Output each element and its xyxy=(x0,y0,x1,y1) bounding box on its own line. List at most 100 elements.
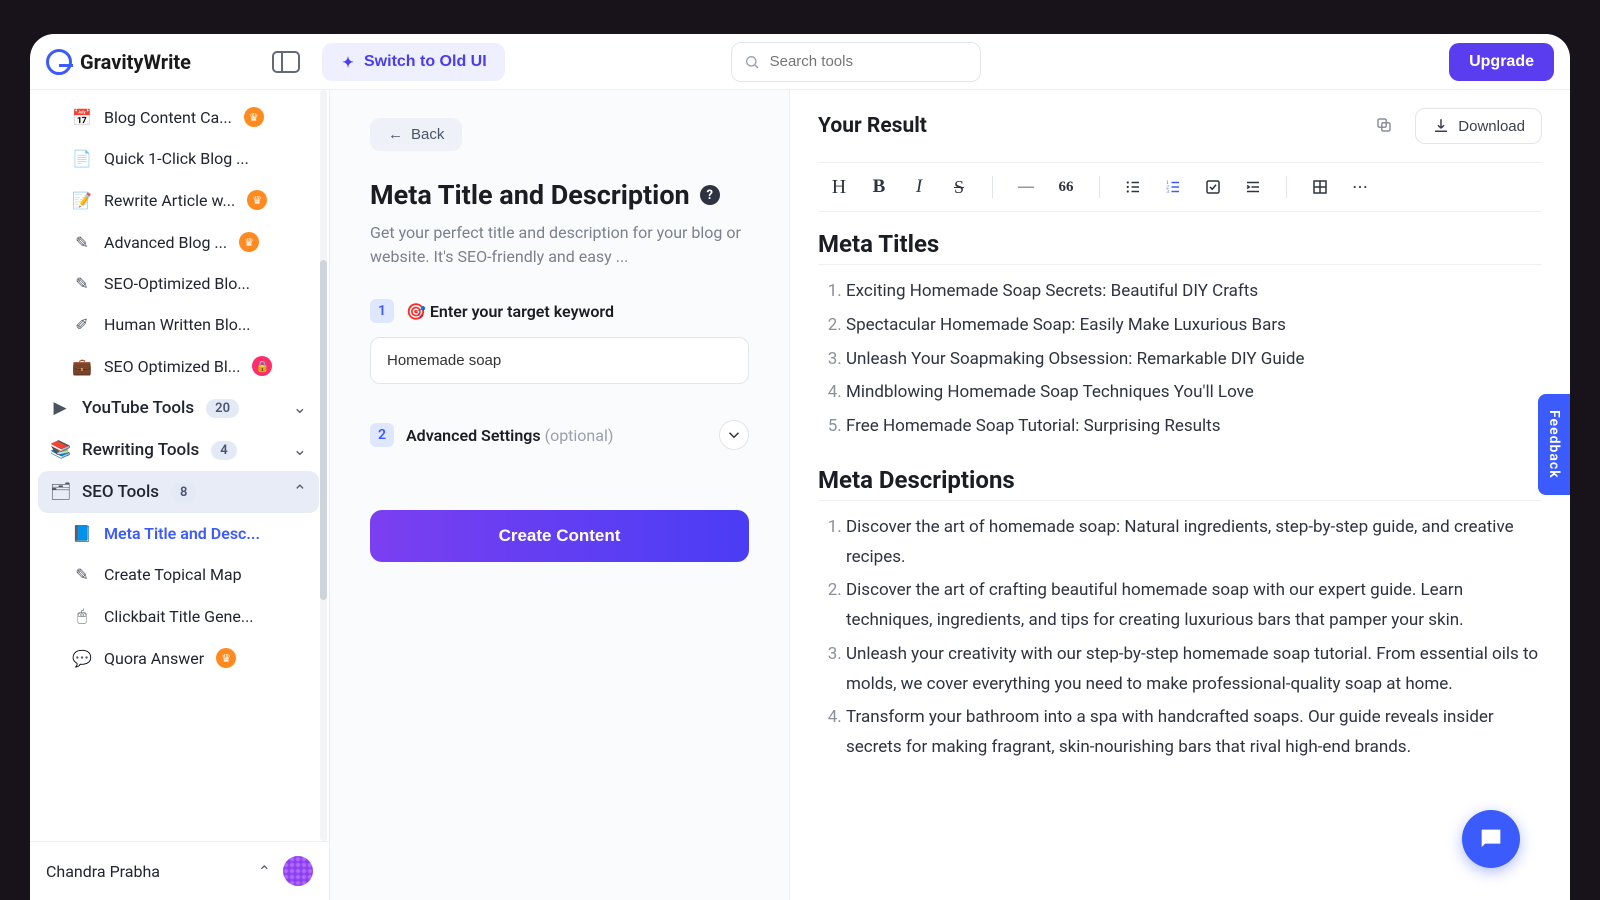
item-icon: ✐ xyxy=(72,315,92,334)
brand-name: GravityWrite xyxy=(80,50,191,74)
result-content: Meta Titles Exciting Homemade Soap Secre… xyxy=(818,230,1542,765)
toolbar-separator xyxy=(992,176,993,198)
back-label: Back xyxy=(411,126,444,143)
sidebar-item[interactable]: 📅Blog Content Ca...♛ xyxy=(38,96,319,138)
item-label: Rewrite Article w... xyxy=(104,191,235,210)
page-title: Meta Title and Description ? xyxy=(370,179,749,211)
checklist-button[interactable] xyxy=(1196,171,1230,203)
sidebar-category[interactable]: ▶YouTube Tools20⌄ xyxy=(38,387,319,429)
meta-descriptions-heading: Meta Descriptions xyxy=(818,466,1542,501)
upgrade-button[interactable]: Upgrade xyxy=(1449,43,1554,81)
chat-button[interactable] xyxy=(1462,810,1520,868)
item-icon: ✎ xyxy=(72,565,92,584)
category-icon: ▶ xyxy=(50,398,70,418)
category-count: 8 xyxy=(171,483,196,502)
item-icon: 🖱 xyxy=(72,606,92,626)
sidebar-item[interactable]: ✐Human Written Blo... xyxy=(38,304,319,345)
avatar xyxy=(283,856,313,886)
search-icon xyxy=(744,53,760,71)
meta-title-item: Free Homemade Soap Tutorial: Surprising … xyxy=(846,410,1542,444)
scrollbar-thumb[interactable] xyxy=(320,260,327,600)
crown-icon: ♛ xyxy=(244,107,264,127)
logo[interactable]: GravityWrite xyxy=(46,49,306,75)
search-input[interactable] xyxy=(770,53,968,70)
chat-icon xyxy=(1477,825,1505,853)
item-icon: 📝 xyxy=(72,191,92,210)
hr-button[interactable]: — xyxy=(1009,171,1043,203)
lock-icon: 🔒 xyxy=(252,356,272,376)
category-label: Rewriting Tools xyxy=(82,440,199,460)
search-input-wrap[interactable] xyxy=(731,42,981,82)
strikethrough-button[interactable]: S xyxy=(942,171,976,203)
ordered-list-button[interactable]: 123 xyxy=(1156,171,1190,203)
item-label: SEO-Optimized Blo... xyxy=(104,274,250,293)
topbar: GravityWrite Switch to Old UI Upgrade xyxy=(30,34,1570,90)
quote-button[interactable]: 66 xyxy=(1049,171,1083,203)
sidebar-item[interactable]: 📝 Rewrite Article w... ♛ xyxy=(38,179,319,221)
copy-icon[interactable] xyxy=(1375,116,1395,136)
step-1-label: 🎯 Enter your target keyword xyxy=(406,302,614,321)
sidebar-item[interactable]: 💬Quora Answer♛ xyxy=(38,637,319,679)
meta-desc-item: Discover the art of crafting beautiful h… xyxy=(846,574,1542,638)
italic-button[interactable]: I xyxy=(902,171,936,203)
sidebar-item[interactable]: ✎Create Topical Map xyxy=(38,554,319,595)
item-icon: 📅 xyxy=(72,108,92,127)
sidebar-category[interactable]: 📚Rewriting Tools4⌄ xyxy=(38,429,319,471)
create-content-button[interactable]: Create Content xyxy=(370,510,749,562)
panel-toggle-icon[interactable] xyxy=(272,51,300,73)
sidebar-item[interactable]: ✎Advanced Blog ...♛ xyxy=(38,221,319,263)
toolbar-separator xyxy=(1099,176,1100,198)
arrow-left-icon: ← xyxy=(388,126,403,143)
sidebar-category[interactable]: 🗂 SEO Tools 8 ⌃ xyxy=(38,471,319,513)
form-pane: ← Back Meta Title and Description ? Get … xyxy=(330,90,790,900)
sidebar-item[interactable]: 📄 Quick 1-Click Blog ... xyxy=(38,138,319,179)
meta-title-item: Unleash Your Soapmaking Obsession: Remar… xyxy=(846,343,1542,377)
sidebar-item[interactable]: 📘 Meta Title and Desc... xyxy=(38,513,319,554)
keyword-input[interactable] xyxy=(370,337,749,384)
item-icon: ✎ xyxy=(72,274,92,293)
category-count: 20 xyxy=(206,399,239,418)
bold-button[interactable]: B xyxy=(862,171,896,203)
user-menu[interactable]: Chandra Prabha ⌃ xyxy=(30,841,329,900)
sparkle-icon xyxy=(340,54,356,70)
user-name: Chandra Prabha xyxy=(46,862,160,881)
back-button[interactable]: ← Back xyxy=(370,118,462,151)
chevron-icon: ⌄ xyxy=(293,440,307,460)
switch-ui-button[interactable]: Switch to Old UI xyxy=(322,43,505,81)
category-count: 4 xyxy=(211,441,236,460)
category-icon: 🗂 xyxy=(50,482,70,502)
item-label: Quick 1-Click Blog ... xyxy=(104,149,249,168)
bullet-list-button[interactable] xyxy=(1116,171,1150,203)
sidebar-item[interactable]: ✎ SEO-Optimized Blo... xyxy=(38,263,319,304)
item-icon: 💬 xyxy=(72,649,92,668)
page-description: Get your perfect title and description f… xyxy=(370,221,749,269)
heading-button[interactable]: H xyxy=(822,171,856,203)
download-button[interactable]: Download xyxy=(1415,108,1542,144)
table-button[interactable] xyxy=(1303,171,1337,203)
expand-advanced-button[interactable] xyxy=(719,420,749,450)
crown-icon: ♛ xyxy=(247,190,267,210)
help-icon[interactable]: ? xyxy=(700,185,720,205)
sidebar-item[interactable]: 🖱Clickbait Title Gene... xyxy=(38,595,319,637)
meta-titles-list: Exciting Homemade Soap Secrets: Beautifu… xyxy=(818,275,1542,444)
step-2-row: 2 Advanced Settings (optional) xyxy=(370,420,749,450)
step-2-label: Advanced Settings (optional) xyxy=(406,426,613,445)
category-label: SEO Tools xyxy=(82,482,159,502)
sidebar-item[interactable]: 💼SEO Optimized Bl...🔒 xyxy=(38,345,319,387)
item-icon: ✎ xyxy=(72,233,92,252)
item-icon: 📘 xyxy=(72,524,92,543)
item-icon: 📄 xyxy=(72,149,92,168)
chevron-up-icon: ⌃ xyxy=(258,862,271,881)
feedback-tab[interactable]: Feedback xyxy=(1538,394,1570,495)
chevron-icon: ⌃ xyxy=(293,482,307,502)
toolbar-separator xyxy=(1286,176,1287,198)
chevron-icon: ⌄ xyxy=(293,398,307,418)
more-button[interactable]: ⋯ xyxy=(1343,171,1377,203)
chevron-down-icon xyxy=(725,426,743,444)
item-label: Meta Title and Desc... xyxy=(104,524,260,543)
logo-icon xyxy=(46,49,72,75)
item-label: SEO Optimized Bl... xyxy=(104,357,240,376)
meta-title-item: Mindblowing Homemade Soap Techniques You… xyxy=(846,376,1542,410)
meta-desc-item: Transform your bathroom into a spa with … xyxy=(846,701,1542,765)
indent-button[interactable] xyxy=(1236,171,1270,203)
